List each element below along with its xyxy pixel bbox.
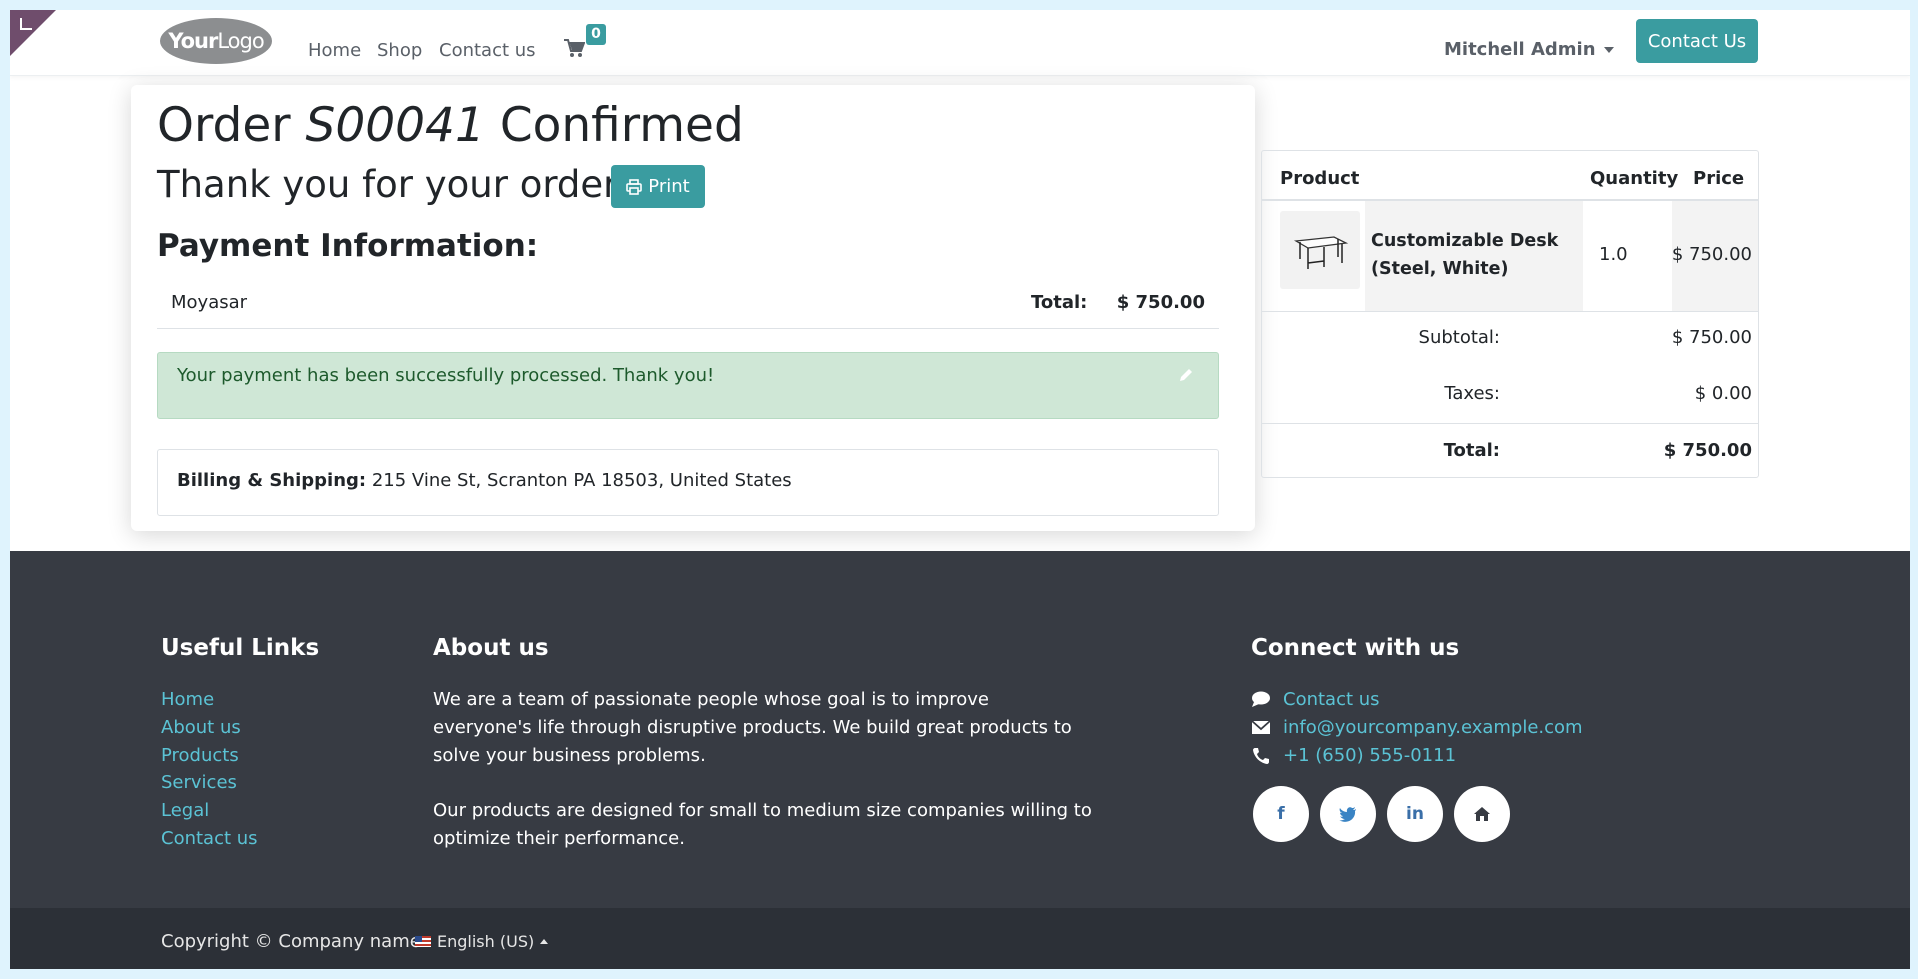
- facebook-icon[interactable]: f: [1253, 786, 1309, 842]
- order-title-suffix: Confirmed: [484, 98, 744, 153]
- billing-line: Billing & Shipping: 215 Vine St, Scranto…: [177, 470, 792, 491]
- about-paragraph-2: Our products are designed for small to m…: [433, 800, 1092, 850]
- order-summary-table: Product Quantity Price Customizable Desk…: [1261, 150, 1759, 478]
- email-link[interactable]: info@yourcompany.example.com: [1251, 714, 1583, 742]
- twitter-bird-glyph: [1339, 806, 1356, 822]
- connect-heading: Connect with us: [1251, 635, 1460, 661]
- chevron-up-icon: [540, 939, 549, 944]
- print-button[interactable]: Print: [611, 165, 705, 208]
- order-number: S00041: [305, 98, 485, 153]
- twitter-icon[interactable]: t: [1320, 786, 1376, 842]
- edit-corner[interactable]: [10, 10, 56, 56]
- linkedin-icon[interactable]: in: [1387, 786, 1443, 842]
- thank-you-heading: Thank you for your order.: [157, 163, 627, 206]
- edit-corner-icon: [20, 18, 32, 30]
- product-image[interactable]: [1280, 211, 1360, 289]
- email-text: info@yourcompany.example.com: [1283, 716, 1583, 738]
- connect-list: Contact us info@yourcompany.example.com …: [1251, 686, 1583, 769]
- product-quantity: 1.0: [1599, 244, 1628, 265]
- language-label: English (US): [437, 932, 535, 951]
- site-logo[interactable]: Your Logo: [160, 18, 272, 64]
- language-selector[interactable]: English (US): [415, 932, 549, 951]
- home-icon[interactable]: home: [1454, 786, 1510, 842]
- billing-label: Billing & Shipping:: [177, 470, 367, 491]
- footer-link-services[interactable]: Services: [161, 769, 258, 797]
- about-paragraph-1: We are a team of passionate people whose…: [433, 689, 1072, 766]
- taxes-label: Taxes:: [1444, 383, 1500, 404]
- payment-method: Moyasar: [171, 292, 248, 313]
- product-price-cell: $ 750.00: [1672, 201, 1758, 311]
- cart-icon[interactable]: [563, 38, 585, 58]
- useful-links-list: Home About us Products Services Legal Co…: [161, 686, 258, 853]
- logo-bold-text: Your: [168, 29, 218, 53]
- cart-count-badge: 0: [586, 24, 606, 45]
- copyright-bar: Copyright © Company name English (US): [10, 908, 1910, 969]
- house-glyph: [1474, 807, 1490, 821]
- billing-shipping-box: Billing & Shipping: 215 Vine St, Scranto…: [157, 449, 1219, 516]
- product-name[interactable]: Customizable Desk (Steel, White): [1371, 227, 1576, 283]
- contact-link-text: Contact us: [1283, 689, 1380, 710]
- navbar: Your Logo Home Shop Contact us 0 Mitchell…: [10, 10, 1910, 76]
- desk-image: [1293, 236, 1349, 269]
- subtotal-label: Subtotal:: [1418, 327, 1500, 348]
- nav-contact-us[interactable]: Contact us: [439, 40, 536, 61]
- copyright-text: Copyright © Company name: [161, 931, 421, 952]
- product-name-cell: Customizable Desk (Steel, White): [1365, 201, 1583, 311]
- envelope-icon: [1251, 720, 1271, 734]
- footer-link-legal[interactable]: Legal: [161, 797, 258, 825]
- order-title: Order S00041 Confirmed: [157, 98, 744, 153]
- user-menu[interactable]: Mitchell Admin: [1444, 39, 1614, 60]
- contact-us-button[interactable]: Contact Us: [1636, 19, 1758, 63]
- phone-link[interactable]: +1 (650) 555-0111: [1251, 742, 1583, 770]
- order-title-prefix: Order: [157, 98, 306, 153]
- footer-link-about-us[interactable]: About us: [161, 714, 258, 742]
- logo-light-text: Logo: [217, 29, 264, 53]
- phone-icon: [1253, 747, 1269, 764]
- payment-total-label: Total:: [1031, 292, 1088, 313]
- footer-link-contact-us[interactable]: Contact us: [161, 825, 258, 853]
- user-name: Mitchell Admin: [1444, 39, 1596, 60]
- nav-home[interactable]: Home: [308, 40, 361, 61]
- total-divider: [1262, 423, 1758, 424]
- page-frame: Your Logo Home Shop Contact us 0 Mitchell…: [10, 10, 1910, 969]
- col-quantity-header: Quantity: [1590, 168, 1679, 189]
- useful-links-heading: Useful Links: [161, 635, 320, 661]
- summary-total-value: $ 750.00: [1663, 440, 1752, 461]
- payment-row: Moyasar Total: $ 750.00: [157, 282, 1219, 329]
- us-flag-icon: [415, 936, 431, 947]
- footer-link-home[interactable]: Home: [161, 686, 258, 714]
- about-heading: About us: [433, 635, 549, 661]
- col-product-header: Product: [1280, 168, 1360, 189]
- contact-link[interactable]: Contact us: [1251, 686, 1583, 714]
- order-confirmation-card: Order S00041 Confirmed Thank you for you…: [131, 85, 1255, 531]
- pencil-icon[interactable]: [1178, 367, 1194, 383]
- billing-address: 215 Vine St, Scranton PA 18503, United S…: [366, 470, 792, 491]
- about-text: We are a team of passionate people whose…: [433, 686, 1093, 881]
- footer: Useful Links Home About us Products Serv…: [10, 551, 1910, 908]
- subtotal-value: $ 750.00: [1671, 327, 1752, 348]
- nav-shop[interactable]: Shop: [377, 40, 422, 61]
- payment-success-alert: Your payment has been successfully proce…: [157, 352, 1219, 419]
- summary-total-label: Total:: [1443, 440, 1500, 461]
- linkedin-glyph: in: [1406, 804, 1424, 824]
- print-label: Print: [648, 176, 690, 197]
- payment-total-value: $ 750.00: [1116, 292, 1205, 313]
- row-divider: [1262, 311, 1758, 312]
- chat-icon: [1252, 691, 1270, 707]
- col-price-header: Price: [1693, 168, 1745, 189]
- facebook-glyph: f: [1277, 804, 1285, 824]
- chevron-down-icon: [1603, 47, 1614, 53]
- product-price: $ 750.00: [1671, 244, 1752, 265]
- taxes-value: $ 0.00: [1694, 383, 1752, 404]
- footer-link-products[interactable]: Products: [161, 742, 258, 770]
- payment-info-heading: Payment Information:: [157, 228, 539, 264]
- alert-message: Your payment has been successfully proce…: [177, 365, 715, 386]
- print-icon: [626, 178, 643, 195]
- phone-text: +1 (650) 555-0111: [1283, 744, 1457, 766]
